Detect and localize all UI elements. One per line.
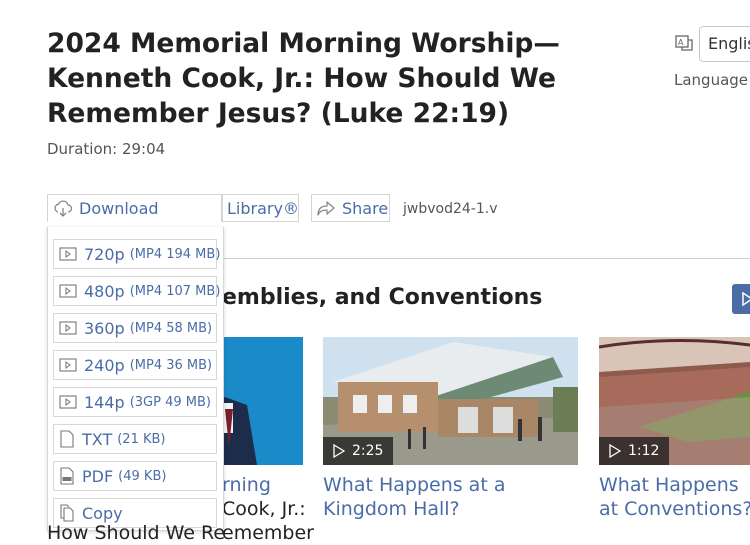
option-label: TXT (82, 429, 113, 449)
svg-text:A: A (678, 38, 684, 47)
option-label: PDF (82, 466, 114, 486)
option-size: (MP4 36 MB) (129, 357, 213, 373)
video-file-icon (59, 395, 77, 409)
option-size: (MP4 107 MB) (129, 283, 221, 299)
duration-text: 1:12 (628, 443, 660, 459)
copy-icon (59, 504, 75, 522)
section-title: emblies, and Conventions (222, 285, 543, 310)
library-label: Library® (227, 198, 299, 218)
video-title-line[interactable]: How Should We Re (47, 521, 225, 545)
duration-badge: 1:12 (599, 437, 670, 465)
video-thumbnail[interactable]: 1:12 (599, 337, 750, 465)
page-title: 2024 Memorial Morning Worship—Kenneth Co… (47, 28, 560, 129)
video-title-line[interactable]: emember (222, 521, 314, 545)
document-icon (59, 430, 75, 448)
library-button[interactable]: Library® (222, 194, 299, 222)
option-label: 720p (84, 244, 125, 264)
download-option-360p[interactable]: 360p (MP4 58 MB) (53, 313, 217, 343)
download-option-720p[interactable]: 720p (MP4 194 MB) (53, 239, 220, 269)
video-file-icon (59, 284, 77, 298)
video-title-line[interactable]: rning (222, 473, 271, 497)
option-label: 360p (84, 318, 125, 338)
language-select[interactable]: Englis (699, 26, 750, 62)
share-icon (316, 199, 336, 217)
download-label: Download (79, 199, 159, 218)
download-option-txt[interactable]: TXT (21 KB) (53, 424, 217, 454)
language-label: Language (674, 71, 749, 89)
option-size: (MP4 194 MB) (129, 246, 221, 262)
video-title[interactable]: What Happens at Conventions? (599, 473, 750, 521)
video-file-icon (59, 321, 77, 335)
download-option-480p[interactable]: 480p (MP4 107 MB) (53, 276, 220, 306)
download-menu: 720p (MP4 194 MB) 480p (MP4 107 MB) 360p… (47, 227, 224, 531)
option-size: (21 KB) (117, 431, 166, 447)
option-label: 144p (84, 392, 125, 412)
video-file-icon (59, 358, 77, 372)
download-button[interactable]: Download (47, 194, 222, 222)
video-title[interactable]: What Happens at a Kingdom Hall? (323, 473, 563, 521)
play-icon (333, 444, 345, 458)
pdf-file-icon (59, 467, 75, 485)
option-size: (3GP 49 MB) (129, 394, 211, 410)
share-label: Share (342, 198, 389, 218)
share-button[interactable]: Share (311, 194, 390, 222)
translate-icon: A (674, 33, 694, 53)
play-icon (609, 444, 621, 458)
download-option-144p[interactable]: 144p (3GP 49 MB) (53, 387, 217, 417)
video-duration: Duration: 29:04 (47, 140, 166, 158)
divider (222, 258, 750, 259)
video-thumbnail[interactable]: 2:25 (323, 337, 578, 465)
play-icon (742, 291, 750, 307)
carousel-next-button[interactable] (732, 284, 750, 314)
option-label: Copy (82, 503, 123, 523)
file-name: jwbvod24-1.v (403, 201, 498, 217)
download-option-pdf[interactable]: PDF (49 KB) (53, 461, 217, 491)
option-size: (49 KB) (118, 468, 167, 484)
video-file-icon (59, 247, 77, 261)
option-label: 480p (84, 281, 125, 301)
duration-text: 2:25 (352, 443, 384, 459)
option-size: (MP4 58 MB) (129, 320, 213, 336)
duration-badge: 2:25 (323, 437, 394, 465)
option-label: 240p (84, 355, 125, 375)
download-option-240p[interactable]: 240p (MP4 36 MB) (53, 350, 217, 380)
cloud-download-icon (53, 199, 73, 219)
video-title-line[interactable]: Cook, Jr.: (222, 497, 306, 521)
